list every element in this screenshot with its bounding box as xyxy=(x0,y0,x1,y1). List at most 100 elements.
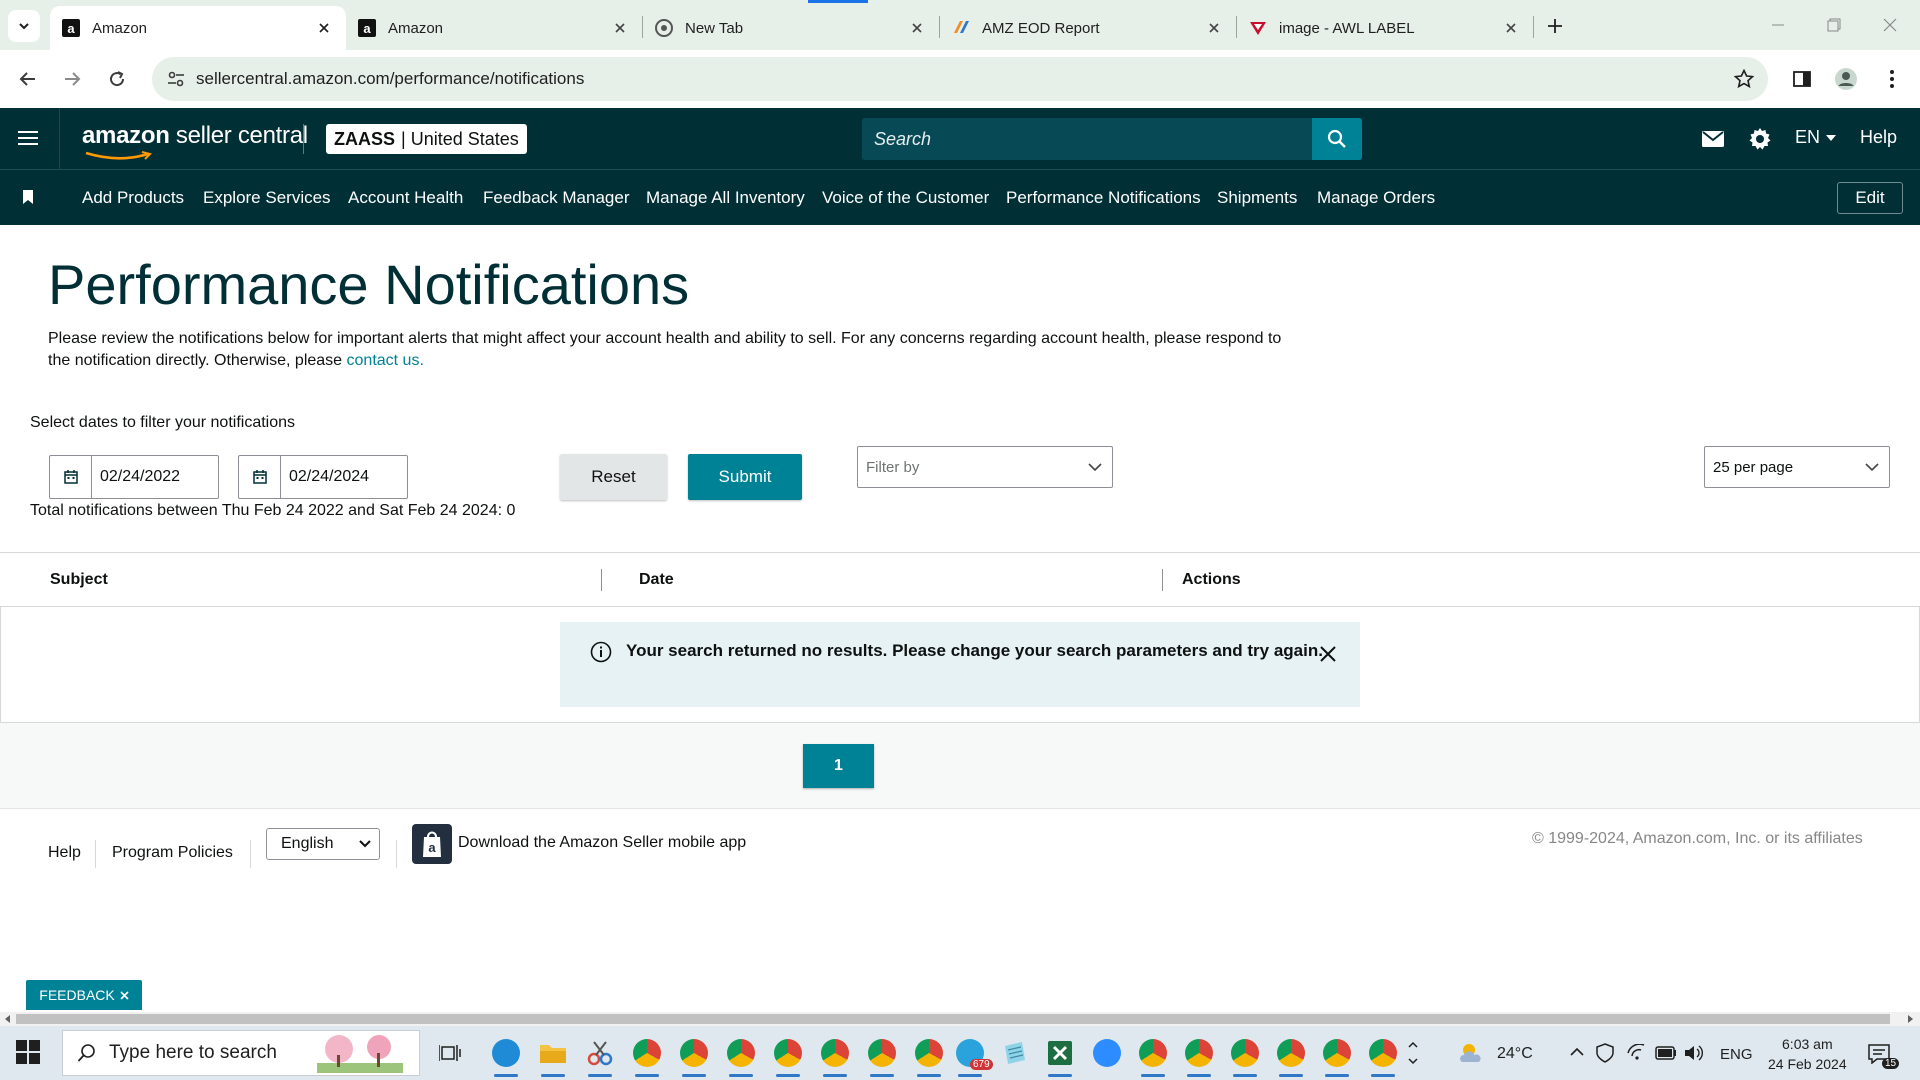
settings-button[interactable] xyxy=(1747,126,1773,152)
tab-search-button[interactable] xyxy=(8,10,40,42)
messages-button[interactable] xyxy=(1700,126,1726,152)
wifi-icon[interactable] xyxy=(1627,1044,1645,1062)
column-header-date[interactable]: Date xyxy=(639,571,674,589)
contact-us-link[interactable]: contact us. xyxy=(347,352,424,369)
bookmark-star-icon[interactable] xyxy=(1734,69,1754,89)
scrollbar-thumb[interactable] xyxy=(16,1014,1890,1024)
chrome-profile-icon[interactable] xyxy=(1365,1035,1401,1077)
windows-start-icon[interactable] xyxy=(16,1040,40,1064)
snipping-tool-icon[interactable] xyxy=(582,1035,618,1077)
chrome-profile-icon[interactable] xyxy=(676,1035,712,1077)
weather-icon[interactable] xyxy=(1456,1035,1490,1071)
end-date-input[interactable] xyxy=(281,457,401,497)
chrome-profile-icon[interactable] xyxy=(1273,1035,1309,1077)
browser-tab-amazon[interactable]: a Amazon xyxy=(346,6,642,50)
chrome-profile-icon[interactable] xyxy=(864,1035,900,1077)
edge-icon[interactable] xyxy=(488,1035,524,1077)
taskbar-overflow-chevrons[interactable] xyxy=(1404,1035,1422,1071)
address-bar[interactable]: sellercentral.amazon.com/performance/not… xyxy=(152,57,1768,101)
back-button[interactable] xyxy=(12,63,44,95)
close-icon[interactable] xyxy=(120,990,129,1000)
start-date-input[interactable] xyxy=(92,457,212,497)
help-link[interactable]: Help xyxy=(1860,127,1897,148)
task-view-icon[interactable] xyxy=(432,1035,468,1071)
language-selector[interactable]: EN xyxy=(1795,127,1837,148)
footer-language-select[interactable]: English xyxy=(266,828,380,860)
nav-shipments[interactable]: Shipments xyxy=(1217,188,1297,208)
close-window-button[interactable] xyxy=(1870,10,1910,40)
file-explorer-icon[interactable] xyxy=(535,1035,571,1077)
nav-voice-of-the-customer[interactable]: Voice of the Customer xyxy=(822,188,989,208)
chrome-profile-icon[interactable] xyxy=(723,1035,759,1077)
browser-menu-button[interactable] xyxy=(1876,63,1908,95)
close-tab-icon[interactable] xyxy=(1204,18,1224,38)
footer-help-link[interactable]: Help xyxy=(48,844,81,862)
header-search-input[interactable]: Search xyxy=(862,118,1312,160)
chrome-profile-icon[interactable] xyxy=(1227,1035,1263,1077)
forward-button[interactable] xyxy=(56,63,88,95)
start-date-field[interactable] xyxy=(49,455,219,499)
chrome-profile-icon[interactable] xyxy=(1319,1035,1355,1077)
browser-tab-amz-eod-report[interactable]: AMZ EOD Report xyxy=(940,6,1236,50)
filter-by-dropdown[interactable]: Filter by xyxy=(857,446,1113,488)
site-settings-icon[interactable] xyxy=(156,59,196,99)
close-tab-icon[interactable] xyxy=(314,18,334,38)
feedback-button[interactable]: FEEDBACK xyxy=(26,980,142,1010)
reset-button[interactable]: Reset xyxy=(560,454,667,500)
taskbar-search-box[interactable]: Type here to search xyxy=(62,1030,420,1076)
header-search-button[interactable] xyxy=(1312,118,1362,160)
chrome-profile-icon[interactable] xyxy=(629,1035,665,1077)
excel-icon[interactable] xyxy=(1042,1035,1078,1077)
browser-tab-new-tab[interactable]: New Tab xyxy=(643,6,939,50)
close-tab-icon[interactable] xyxy=(610,18,630,38)
input-language[interactable]: ENG xyxy=(1720,1046,1753,1063)
calendar-icon[interactable] xyxy=(50,456,92,498)
browser-tab-amazon-active[interactable]: a Amazon xyxy=(50,6,346,50)
store-selector[interactable]: ZAASS | United States xyxy=(326,124,527,154)
notepad-icon[interactable] xyxy=(997,1035,1033,1071)
nav-manage-orders[interactable]: Manage Orders xyxy=(1317,188,1435,208)
chrome-profile-icon[interactable] xyxy=(1181,1035,1217,1077)
hamburger-menu-button[interactable] xyxy=(16,126,42,152)
close-alert-icon[interactable] xyxy=(1318,644,1338,664)
chrome-icon[interactable] xyxy=(1135,1035,1171,1077)
close-tab-icon[interactable] xyxy=(907,18,927,38)
submit-button[interactable]: Submit xyxy=(688,454,802,500)
amazon-seller-app-icon[interactable]: a xyxy=(412,824,452,864)
footer-program-policies-link[interactable]: Program Policies xyxy=(112,844,233,862)
nav-explore-services[interactable]: Explore Services xyxy=(203,188,331,208)
nav-manage-all-inventory[interactable]: Manage All Inventory xyxy=(646,188,805,208)
new-tab-button[interactable] xyxy=(1540,12,1570,40)
calendar-icon[interactable] xyxy=(239,456,281,498)
chrome-profile-icon[interactable] xyxy=(770,1035,806,1077)
scroll-left-icon[interactable] xyxy=(3,1014,13,1024)
chrome-profile-icon[interactable] xyxy=(817,1035,853,1077)
taskbar-clock[interactable]: 6:03 am 24 Feb 2024 xyxy=(1768,1034,1847,1074)
nav-account-health[interactable]: Account Health xyxy=(348,188,463,208)
browser-tab-awl-label[interactable]: image - AWL LABEL xyxy=(1237,6,1533,50)
chrome-profile-icon[interactable] xyxy=(911,1035,947,1077)
seller-central-logo[interactable]: amazon seller central xyxy=(82,122,308,150)
download-app-link[interactable]: Download the Amazon Seller mobile app xyxy=(458,834,746,852)
reload-button[interactable] xyxy=(101,63,133,95)
minimize-button[interactable] xyxy=(1758,10,1798,40)
nav-performance-notifications[interactable]: Performance Notifications xyxy=(1006,188,1201,208)
nav-add-products[interactable]: Add Products xyxy=(82,188,184,208)
horizontal-scrollbar[interactable] xyxy=(0,1012,1920,1026)
battery-icon[interactable] xyxy=(1655,1046,1677,1060)
column-header-subject[interactable]: Subject xyxy=(50,571,108,589)
security-shield-icon[interactable] xyxy=(1596,1043,1614,1063)
side-panel-button[interactable] xyxy=(1786,63,1818,95)
end-date-field[interactable] xyxy=(238,455,408,499)
scroll-right-icon[interactable] xyxy=(1905,1014,1915,1024)
page-1-button[interactable]: 1 xyxy=(803,744,874,788)
nav-feedback-manager[interactable]: Feedback Manager xyxy=(483,188,629,208)
chevron-up-icon[interactable] xyxy=(1570,1047,1584,1057)
zoom-icon[interactable] xyxy=(1089,1035,1125,1071)
telegram-icon[interactable]: 679 xyxy=(952,1035,993,1077)
edit-bookmarks-button[interactable]: Edit xyxy=(1837,182,1903,214)
restore-button[interactable] xyxy=(1814,10,1854,40)
profile-button[interactable] xyxy=(1830,63,1862,95)
bookmark-icon[interactable] xyxy=(22,190,34,204)
per-page-dropdown[interactable]: 25 per page xyxy=(1704,446,1890,488)
